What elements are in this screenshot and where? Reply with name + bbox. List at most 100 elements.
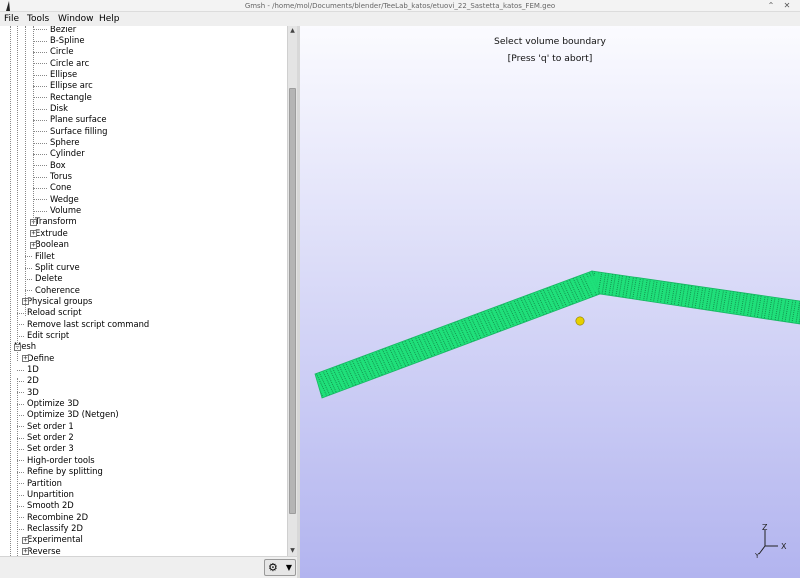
tree-scrollbar[interactable]: ▲ ▼	[287, 26, 297, 556]
tree-connector	[17, 437, 24, 439]
tree-item-delete[interactable]: Delete	[35, 273, 63, 284]
tree-item-optimize-3d[interactable]: Optimize 3D	[27, 398, 79, 409]
scroll-down-arrow-icon[interactable]: ▼	[288, 546, 297, 556]
tree-connector	[33, 85, 47, 87]
tree-connector	[17, 403, 24, 405]
tree-item-surface-filling[interactable]: Surface filling	[50, 126, 107, 137]
axis-z-label: Z	[762, 524, 768, 532]
scroll-thumb[interactable]	[289, 88, 296, 514]
expand-icon[interactable]: +	[30, 241, 37, 249]
tree-item-reload-script[interactable]: Reload script	[27, 307, 82, 318]
axes-indicator: Z X Y	[755, 524, 787, 559]
tree-item-2d[interactable]: 2D	[27, 375, 39, 386]
tree-item-sphere[interactable]: Sphere	[50, 137, 80, 148]
tree-item-coherence[interactable]: Coherence	[35, 285, 80, 296]
tree-item-1d[interactable]: 1D	[27, 364, 39, 375]
tree-item-optimize-3d-netgen[interactable]: Optimize 3D (Netgen)	[27, 409, 119, 420]
tree-item-unpartition[interactable]: Unpartition	[27, 489, 74, 500]
tree-guide-line	[25, 26, 26, 316]
menu-window[interactable]: Window	[58, 12, 94, 26]
tree-connector	[17, 381, 24, 383]
tree-connector	[17, 528, 24, 530]
tree-connector	[17, 449, 24, 451]
maximize-button[interactable]: ⌃	[765, 0, 777, 12]
tree-item-3d[interactable]: 3D	[27, 387, 39, 398]
close-button[interactable]: ✕	[781, 0, 793, 12]
tree-item-cylinder[interactable]: Cylinder	[50, 148, 85, 159]
tree-guide-line	[33, 26, 34, 224]
tree-connector	[17, 415, 24, 417]
tree-connector	[33, 176, 47, 178]
tree-guide-line	[17, 378, 18, 556]
menu-file[interactable]: File	[4, 12, 19, 26]
tree-item-high-order-tools[interactable]: High-order tools	[27, 455, 95, 466]
tree-item-split-curve[interactable]: Split curve	[35, 262, 80, 273]
menu-bar: File Tools Window Help	[0, 12, 800, 26]
axis-x-label: X	[781, 542, 787, 551]
tree-connector	[17, 505, 24, 507]
status-hint: [Press 'q' to abort]	[507, 53, 593, 64]
tree-guide-line	[17, 26, 18, 361]
gear-icon: ⚙	[268, 561, 278, 574]
tree-connector	[33, 142, 47, 144]
tree-guide-line	[10, 26, 11, 556]
tree-item-volume[interactable]: Volume	[50, 205, 81, 216]
tree-item-disk[interactable]: Disk	[50, 103, 68, 114]
tree-item-circle[interactable]: Circle	[50, 46, 74, 57]
tree-connector	[17, 324, 24, 326]
tree-connector	[33, 63, 47, 65]
tree-connector	[33, 154, 47, 156]
tree-item-recombine-2d[interactable]: Recombine 2D	[27, 512, 88, 523]
tree-item-circle-arc[interactable]: Circle arc	[50, 58, 89, 69]
tree-item-boolean[interactable]: Boolean	[35, 239, 69, 250]
expand-icon[interactable]: +	[22, 536, 29, 544]
tree-item-ellipse[interactable]: Ellipse	[50, 69, 77, 80]
tree-item-experimental[interactable]: Experimental	[27, 534, 83, 545]
tree-item-remove-last-script-command[interactable]: Remove last script command	[27, 319, 149, 330]
axis-y-label: Y	[755, 552, 760, 559]
tree-item-partition[interactable]: Partition	[27, 478, 62, 489]
tree-item-extrude[interactable]: Extrude	[35, 228, 68, 239]
tree-item-wedge[interactable]: Wedge	[50, 194, 79, 205]
tree-item-reclassify-2d[interactable]: Reclassify 2D	[27, 523, 83, 534]
tree-item-plane-surface[interactable]: Plane surface	[50, 114, 107, 125]
tree-item-ellipse-arc[interactable]: Ellipse arc	[50, 80, 93, 91]
tree-item-set-order-1[interactable]: Set order 1	[27, 421, 74, 432]
tree-item-define[interactable]: Define	[27, 353, 54, 364]
module-tree: Bezier B-Spline Circle Circle arc Ellipse Ell…	[0, 26, 287, 556]
tree-item-fillet[interactable]: Fillet	[35, 251, 55, 262]
tree-item-edit-script[interactable]: Edit script	[27, 330, 69, 341]
expand-icon[interactable]: +	[30, 230, 37, 238]
center-point[interactable]	[575, 316, 585, 326]
tree-item-cone[interactable]: Cone	[50, 182, 71, 193]
tree-connector	[33, 40, 47, 42]
scroll-up-arrow-icon[interactable]: ▲	[288, 26, 297, 36]
tree-item-refine-by-splitting[interactable]: Refine by splitting	[27, 466, 103, 477]
model-scene[interactable]	[300, 26, 800, 578]
tree-item-bezier[interactable]: Bezier	[50, 26, 76, 35]
tree-connector	[17, 494, 24, 496]
menu-help[interactable]: Help	[99, 12, 120, 26]
tree-item-physical-groups[interactable]: Physical groups	[27, 296, 92, 307]
tree-item-set-order-3[interactable]: Set order 3	[27, 443, 74, 454]
tree-connector	[33, 74, 47, 76]
options-menu-button[interactable]: ⚙ ▼	[264, 559, 296, 576]
graphics-viewport[interactable]: Select volume boundary [Press 'q' to abo…	[300, 26, 800, 578]
tree-item-box[interactable]: Box	[50, 160, 66, 171]
status-message: Select volume boundary	[494, 36, 606, 47]
menu-tools[interactable]: Tools	[27, 12, 49, 26]
tree-item-set-order-2[interactable]: Set order 2	[27, 432, 74, 443]
beam-right-segment[interactable]	[591, 270, 800, 325]
tree-item-b-spline[interactable]: B-Spline	[50, 35, 85, 46]
window-titlebar[interactable]: Gmsh - /home/mol/Documents/blender/TeeLa…	[0, 0, 800, 12]
tree-item-reverse[interactable]: Reverse	[27, 546, 61, 556]
expand-icon[interactable]: +	[22, 355, 29, 363]
expand-icon[interactable]: +	[22, 548, 29, 556]
tree-connector	[17, 471, 24, 473]
beam-left-segment[interactable]	[314, 270, 601, 399]
tree-item-smooth-2d[interactable]: Smooth 2D	[27, 500, 74, 511]
tree-item-transform[interactable]: Transform	[35, 216, 77, 227]
tree-connector	[33, 108, 47, 110]
tree-item-torus[interactable]: Torus	[50, 171, 72, 182]
tree-item-rectangle[interactable]: Rectangle	[50, 92, 92, 103]
